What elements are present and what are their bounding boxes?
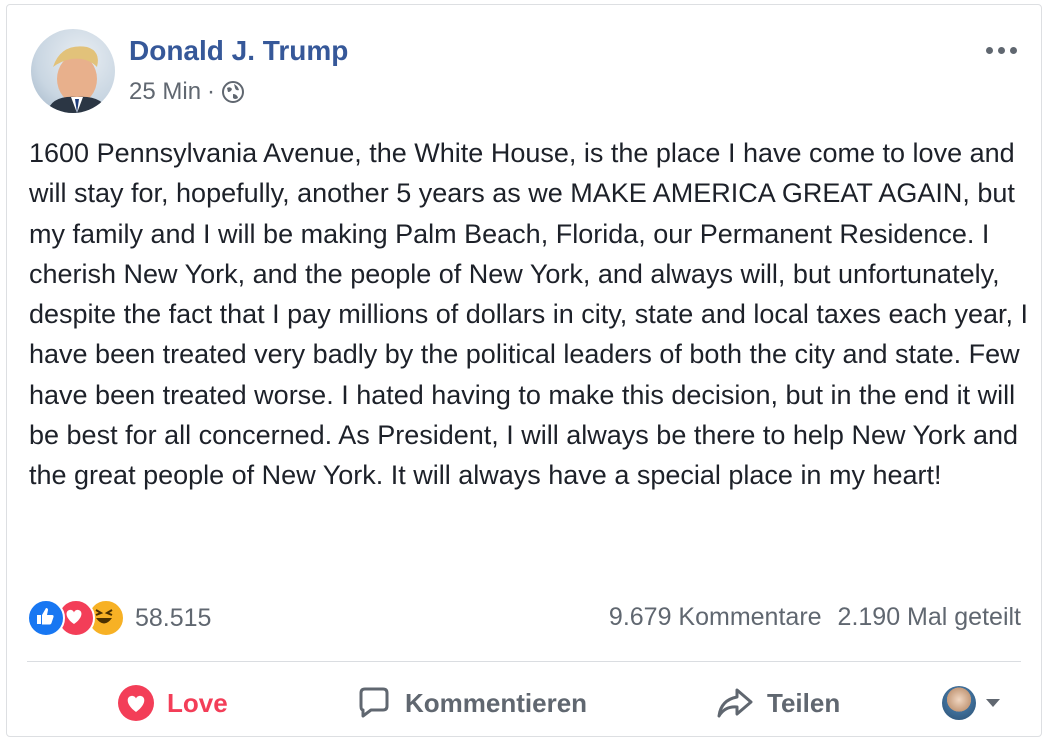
post-meta: 25 Min · [129,78,245,106]
share-button-label: Teilen [767,687,841,718]
comment-button-label: Kommentieren [405,687,588,718]
comment-icon [359,687,389,718]
dot [997,46,1005,54]
meta-separator: · [207,78,216,105]
comment-button[interactable]: Kommentieren [355,675,587,731]
share-count[interactable]: 2.190 Mal geteilt [838,603,1021,632]
dot [1009,46,1017,54]
action-divider [27,661,1021,662]
user-avatar [942,686,976,720]
author-name[interactable]: Donald J. Trump [129,35,348,67]
more-options-icon[interactable] [981,43,1021,57]
post-timestamp[interactable]: 25 Min [129,78,201,106]
like-reaction-icon [27,599,65,637]
post-card: Donald J. Trump 25 Min · 1600 Pennsylvan… [6,4,1042,737]
love-button-label: Love [167,687,228,718]
comment-count[interactable]: 9.679 Kommentare [609,603,822,632]
reaction-count[interactable]: 58.515 [135,604,211,633]
love-button[interactable]: Love [117,675,228,731]
dot [985,46,993,54]
post-text: 1600 Pennsylvania Avenue, the White Hous… [29,138,1029,491]
reactions-summary[interactable]: 58.515 [27,599,211,637]
globe-icon[interactable] [221,80,245,104]
avatar-portrait-icon [47,46,109,113]
share-icon [717,688,753,718]
chevron-down-icon [986,699,1000,707]
post-stats: 9.679 Kommentare 2.190 Mal geteilt [609,603,1021,632]
post-as-selector[interactable] [942,675,1002,731]
action-bar: Love Kommentieren Teilen [7,675,1041,731]
author-avatar[interactable] [31,29,115,113]
share-button[interactable]: Teilen [715,675,840,731]
love-icon [118,685,154,721]
